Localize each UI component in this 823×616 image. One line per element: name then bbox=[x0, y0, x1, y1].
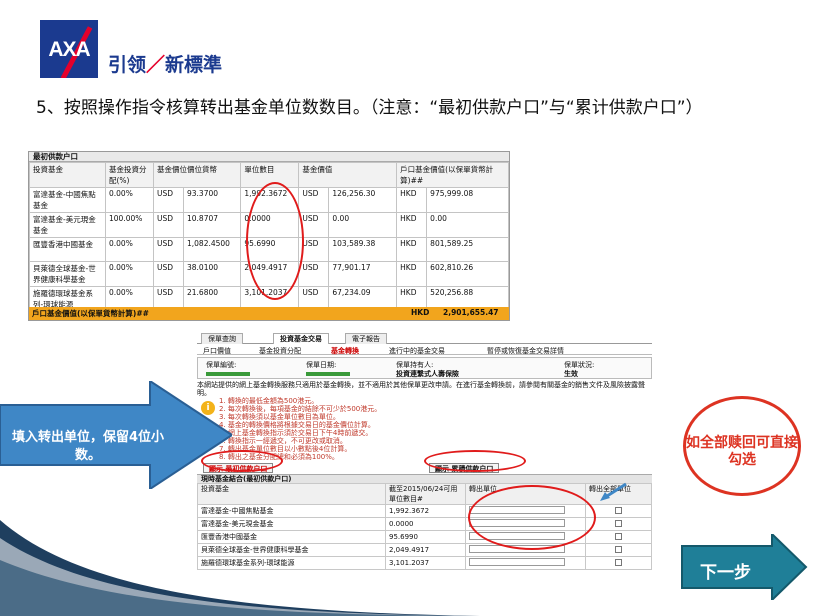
tip-bubble: 如全部赎回可直接勾选 bbox=[683, 396, 801, 496]
subnav-allocation[interactable]: 基金投資分配 bbox=[259, 346, 301, 356]
tab-bar: 保單查詢 投資基金交易 電子報告 bbox=[197, 333, 652, 344]
table-title: 最初供款户口 bbox=[29, 152, 509, 162]
policy-info: 保單編號: 保單日期: 保單持有人: 投資連繫式人壽保險 保單狀況: 生效 bbox=[197, 357, 652, 379]
tagline: 引领／新標準 bbox=[108, 50, 222, 77]
subnav-suspend[interactable]: 暫停或恢復基金交易詳情 bbox=[487, 346, 564, 356]
pointer-arrow-icon bbox=[600, 482, 627, 501]
total-row: 戶口基金價值(以保單貨幣計算)## HKD 2,901,655.47 bbox=[29, 307, 509, 320]
subnav-pending[interactable]: 進行中的基金交易 bbox=[389, 346, 445, 356]
next-step-button[interactable]: 下一步 bbox=[680, 531, 808, 603]
bubble-text: 如全部赎回可直接勾选 bbox=[686, 435, 798, 468]
units-highlight-ellipse bbox=[246, 182, 304, 300]
tagline-slash: ／ bbox=[146, 54, 166, 76]
instruction-text: 5、按照操作指令核算转出基金单位数数目。（注意：“最初供款户口”与“累计供款户口… bbox=[36, 98, 703, 118]
header-price: 基金價位價位貨幣 bbox=[152, 162, 242, 188]
next-step-label: 下一步 bbox=[700, 563, 751, 583]
header-fund: 投資基金 bbox=[29, 162, 106, 188]
policy-date-redacted bbox=[306, 372, 350, 376]
logo-text: AXA bbox=[48, 38, 90, 61]
subnav-account-value[interactable]: 戶口價值 bbox=[203, 346, 231, 356]
tagline-part2: 新標準 bbox=[165, 54, 223, 76]
callout-arrow: 填入转出单位，保留4位小数。 bbox=[0, 379, 234, 491]
notice-text: 本網站提供的網上基金轉換服務只適用於基金轉換，並不適用於其他保單更改申請。在進行… bbox=[197, 381, 645, 397]
transfer-input-ellipse bbox=[468, 485, 596, 550]
header-alloc: 基金投資分配(%) bbox=[105, 162, 154, 188]
decorative-wave bbox=[0, 520, 480, 616]
transfer-all-checkbox[interactable] bbox=[615, 532, 622, 540]
header-account-value: 戶口基金價值(以保單貨幣計算)## bbox=[396, 162, 509, 188]
total-currency: HKD bbox=[411, 308, 430, 317]
tab-fund-transaction[interactable]: 投資基金交易 bbox=[273, 333, 329, 344]
header-value: 基金價值 bbox=[298, 162, 398, 188]
sub-nav: 戶口價值 基金投資分配 基金轉換 進行中的基金交易 暫停或恢復基金交易詳情 bbox=[197, 344, 652, 355]
policy-number-redacted bbox=[206, 372, 250, 376]
tagline-part1: 引领 bbox=[108, 54, 147, 76]
tab-e-report[interactable]: 電子報告 bbox=[345, 333, 387, 344]
transfer-all-checkbox[interactable] bbox=[615, 545, 622, 553]
section-title: 現時基金結合(最初供款户口) bbox=[197, 474, 652, 483]
transfer-all-checkbox[interactable] bbox=[615, 506, 622, 514]
transfer-units-input[interactable] bbox=[469, 558, 565, 566]
axa-logo: AXA bbox=[40, 20, 98, 78]
subnav-fund-switch[interactable]: 基金轉換 bbox=[331, 346, 359, 356]
total-label: 戶口基金價值(以保單貨幣計算)## bbox=[32, 309, 149, 318]
transfer-all-checkbox[interactable] bbox=[615, 519, 622, 527]
total-value: 2,901,655.47 bbox=[443, 308, 499, 317]
tab-policy-enquiry[interactable]: 保單查詢 bbox=[201, 333, 243, 344]
transfer-all-checkbox[interactable] bbox=[615, 558, 622, 566]
cumulative-account-ellipse bbox=[424, 450, 526, 472]
callout-text: 填入转出单位，保留4位小数。 bbox=[11, 430, 165, 463]
